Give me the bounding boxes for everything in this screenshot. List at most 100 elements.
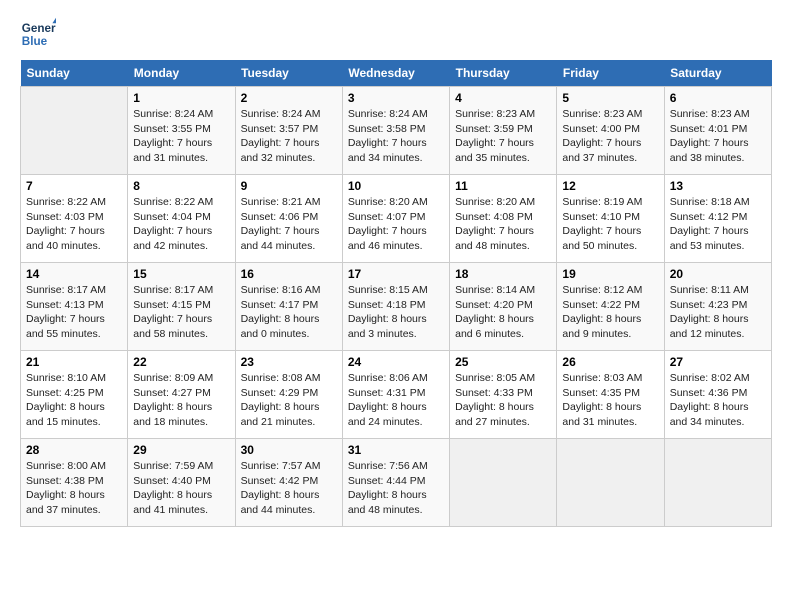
calendar-cell (557, 439, 664, 527)
cell-text: Sunrise: 8:24 AM (241, 107, 337, 122)
cell-text: Sunrise: 8:17 AM (133, 283, 229, 298)
calendar-cell (21, 87, 128, 175)
cell-text: Sunset: 3:57 PM (241, 122, 337, 137)
header-cell-thursday: Thursday (450, 60, 557, 87)
calendar-cell: 17Sunrise: 8:15 AMSunset: 4:18 PMDayligh… (342, 263, 449, 351)
calendar-cell: 30Sunrise: 7:57 AMSunset: 4:42 PMDayligh… (235, 439, 342, 527)
cell-text: Daylight: 8 hours (348, 312, 444, 327)
cell-text: Sunset: 3:55 PM (133, 122, 229, 137)
calendar-cell: 16Sunrise: 8:16 AMSunset: 4:17 PMDayligh… (235, 263, 342, 351)
calendar-cell: 4Sunrise: 8:23 AMSunset: 3:59 PMDaylight… (450, 87, 557, 175)
day-number: 6 (670, 91, 766, 105)
day-number: 19 (562, 267, 658, 281)
week-row-4: 21Sunrise: 8:10 AMSunset: 4:25 PMDayligh… (21, 351, 772, 439)
cell-text: and 31 minutes. (133, 151, 229, 166)
cell-text: Daylight: 7 hours (348, 136, 444, 151)
calendar-cell: 6Sunrise: 8:23 AMSunset: 4:01 PMDaylight… (664, 87, 771, 175)
day-number: 7 (26, 179, 122, 193)
cell-text: Sunrise: 8:20 AM (455, 195, 551, 210)
cell-text: Sunrise: 8:05 AM (455, 371, 551, 386)
day-number: 27 (670, 355, 766, 369)
header-cell-wednesday: Wednesday (342, 60, 449, 87)
cell-text: and 34 minutes. (670, 415, 766, 430)
day-number: 17 (348, 267, 444, 281)
cell-text: Sunset: 4:44 PM (348, 474, 444, 489)
header-cell-monday: Monday (128, 60, 235, 87)
day-number: 3 (348, 91, 444, 105)
cell-text: Daylight: 8 hours (348, 400, 444, 415)
day-number: 8 (133, 179, 229, 193)
cell-text: and 44 minutes. (241, 503, 337, 518)
cell-text: Sunset: 4:27 PM (133, 386, 229, 401)
cell-text: and 50 minutes. (562, 239, 658, 254)
calendar-cell: 14Sunrise: 8:17 AMSunset: 4:13 PMDayligh… (21, 263, 128, 351)
cell-text: Sunrise: 8:22 AM (26, 195, 122, 210)
cell-text: and 48 minutes. (348, 503, 444, 518)
cell-text: Sunrise: 8:21 AM (241, 195, 337, 210)
day-number: 20 (670, 267, 766, 281)
header-cell-friday: Friday (557, 60, 664, 87)
cell-text: Sunrise: 7:57 AM (241, 459, 337, 474)
cell-text: and 21 minutes. (241, 415, 337, 430)
calendar-cell (450, 439, 557, 527)
day-number: 29 (133, 443, 229, 457)
cell-text: Sunrise: 8:10 AM (26, 371, 122, 386)
cell-text: and 32 minutes. (241, 151, 337, 166)
calendar-cell: 8Sunrise: 8:22 AMSunset: 4:04 PMDaylight… (128, 175, 235, 263)
cell-text: Sunset: 4:42 PM (241, 474, 337, 489)
cell-text: Sunrise: 8:00 AM (26, 459, 122, 474)
cell-text: Sunset: 4:06 PM (241, 210, 337, 225)
cell-text: and 48 minutes. (455, 239, 551, 254)
cell-text: Sunset: 4:08 PM (455, 210, 551, 225)
cell-text: and 42 minutes. (133, 239, 229, 254)
calendar-cell: 18Sunrise: 8:14 AMSunset: 4:20 PMDayligh… (450, 263, 557, 351)
cell-text: and 15 minutes. (26, 415, 122, 430)
cell-text: and 41 minutes. (133, 503, 229, 518)
cell-text: and 31 minutes. (562, 415, 658, 430)
cell-text: Sunrise: 8:14 AM (455, 283, 551, 298)
day-number: 4 (455, 91, 551, 105)
cell-text: Sunset: 4:04 PM (133, 210, 229, 225)
cell-text: Sunrise: 8:17 AM (26, 283, 122, 298)
calendar-cell: 31Sunrise: 7:56 AMSunset: 4:44 PMDayligh… (342, 439, 449, 527)
cell-text: Sunrise: 8:24 AM (348, 107, 444, 122)
cell-text: Sunset: 4:07 PM (348, 210, 444, 225)
cell-text: Sunset: 4:00 PM (562, 122, 658, 137)
day-number: 24 (348, 355, 444, 369)
day-number: 1 (133, 91, 229, 105)
calendar-cell: 20Sunrise: 8:11 AMSunset: 4:23 PMDayligh… (664, 263, 771, 351)
calendar-cell: 27Sunrise: 8:02 AMSunset: 4:36 PMDayligh… (664, 351, 771, 439)
cell-text: Sunset: 4:15 PM (133, 298, 229, 313)
cell-text: Daylight: 7 hours (133, 136, 229, 151)
cell-text: Sunrise: 8:19 AM (562, 195, 658, 210)
calendar-cell: 25Sunrise: 8:05 AMSunset: 4:33 PMDayligh… (450, 351, 557, 439)
cell-text: Sunset: 4:40 PM (133, 474, 229, 489)
calendar-cell: 10Sunrise: 8:20 AMSunset: 4:07 PMDayligh… (342, 175, 449, 263)
cell-text: Sunset: 4:01 PM (670, 122, 766, 137)
calendar-cell: 22Sunrise: 8:09 AMSunset: 4:27 PMDayligh… (128, 351, 235, 439)
calendar-cell: 21Sunrise: 8:10 AMSunset: 4:25 PMDayligh… (21, 351, 128, 439)
day-number: 31 (348, 443, 444, 457)
calendar-cell: 24Sunrise: 8:06 AMSunset: 4:31 PMDayligh… (342, 351, 449, 439)
calendar-header-row: SundayMondayTuesdayWednesdayThursdayFrid… (21, 60, 772, 87)
cell-text: and 58 minutes. (133, 327, 229, 342)
day-number: 11 (455, 179, 551, 193)
cell-text: and 55 minutes. (26, 327, 122, 342)
cell-text: Daylight: 8 hours (670, 312, 766, 327)
cell-text: Daylight: 7 hours (670, 136, 766, 151)
calendar-cell: 12Sunrise: 8:19 AMSunset: 4:10 PMDayligh… (557, 175, 664, 263)
cell-text: Sunrise: 8:15 AM (348, 283, 444, 298)
cell-text: Sunrise: 8:03 AM (562, 371, 658, 386)
cell-text: Daylight: 7 hours (562, 136, 658, 151)
cell-text: Daylight: 7 hours (670, 224, 766, 239)
day-number: 18 (455, 267, 551, 281)
cell-text: Daylight: 7 hours (455, 136, 551, 151)
cell-text: Sunrise: 8:20 AM (348, 195, 444, 210)
cell-text: and 18 minutes. (133, 415, 229, 430)
cell-text: Daylight: 8 hours (562, 312, 658, 327)
day-number: 21 (26, 355, 122, 369)
cell-text: Sunrise: 8:06 AM (348, 371, 444, 386)
calendar-cell: 2Sunrise: 8:24 AMSunset: 3:57 PMDaylight… (235, 87, 342, 175)
cell-text: Daylight: 8 hours (133, 488, 229, 503)
day-number: 16 (241, 267, 337, 281)
